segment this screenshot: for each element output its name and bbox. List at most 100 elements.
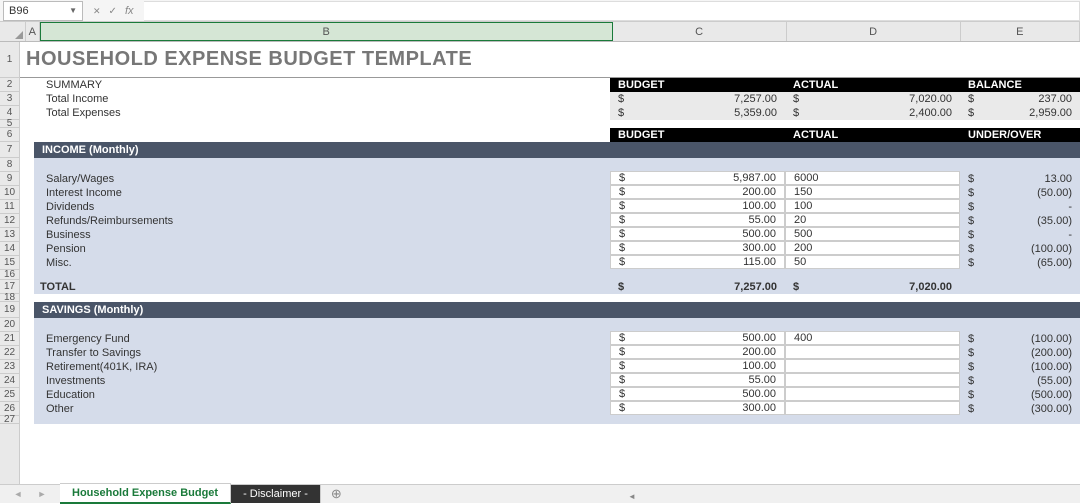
cell-value[interactable]: (50.00) [1037,187,1080,199]
summary-header-row: SUMMARY BUDGET ACTUAL BALANCE [20,78,1080,92]
row-header[interactable]: 13 [0,228,19,242]
cancel-icon[interactable] [93,5,101,17]
row-header[interactable]: 5 [0,120,19,128]
confirm-icon[interactable] [109,5,117,17]
cell-value[interactable]: 50 [786,256,806,268]
cell-value[interactable]: 7,257.00 [734,93,785,105]
chevron-last-icon[interactable]: ► [38,489,47,499]
cell-value[interactable]: 150 [786,186,812,198]
cell-value[interactable]: 200 [786,242,812,254]
data-row: Emergency Fund$500.00400$(100.00) [20,332,1080,346]
cell-value[interactable]: 5,359.00 [734,107,785,119]
row-header[interactable]: 10 [0,186,19,200]
row-header[interactable]: 12 [0,214,19,228]
cell-value[interactable]: (35.00) [1037,215,1080,227]
cell-value[interactable]: 100.00 [742,200,784,212]
col-header-e[interactable]: E [961,22,1080,41]
cell-value[interactable]: - [1068,201,1080,213]
cell-value[interactable]: 55.00 [748,374,784,386]
row-header[interactable]: 20 [0,318,19,332]
cell-value[interactable]: 55.00 [748,214,784,226]
row-header[interactable]: 16 [0,270,19,280]
row-header[interactable]: 15 [0,256,19,270]
cell-value[interactable]: 500.00 [742,388,784,400]
add-sheet-button[interactable]: ⊕ [321,486,352,502]
row-header[interactable]: 21 [0,332,19,346]
row-header[interactable]: 24 [0,374,19,388]
cell-value[interactable]: (300.00) [1031,403,1080,415]
formula-input[interactable] [144,1,1080,21]
row-header[interactable]: 6 [0,128,19,142]
cell-value[interactable]: (500.00) [1031,389,1080,401]
income-header-row: INCOME (Monthly) [20,142,1080,158]
chevron-first-icon[interactable]: ◄ [14,489,23,499]
cell-value[interactable]: 200.00 [742,346,784,358]
cell-value[interactable]: (100.00) [1031,361,1080,373]
row-header[interactable]: 8 [0,158,19,172]
row-header[interactable]: 22 [0,346,19,360]
row-header[interactable]: 19 [0,302,19,318]
summary-row-label: Total Income [34,92,610,106]
col-header-b[interactable]: B [40,22,613,41]
row-header[interactable]: 2 [0,78,19,92]
row-header[interactable]: 3 [0,92,19,106]
cell-value[interactable]: 500.00 [742,332,784,344]
cell-value[interactable]: 300.00 [742,402,784,414]
cell-value[interactable]: 100 [786,200,812,212]
section-header: SAVINGS (Monthly) [34,302,1080,318]
cell-value[interactable]: 400 [786,332,812,344]
grid[interactable]: HOUSEHOLD EXPENSE BUDGET TEMPLATE SUMMAR… [20,42,1080,484]
cell-value[interactable]: 300.00 [742,242,784,254]
row-header[interactable]: 23 [0,360,19,374]
row-header[interactable]: 11 [0,200,19,214]
col-header-c[interactable]: C [613,22,787,41]
cell-value[interactable]: 237.00 [1038,93,1080,105]
formula-bar: B96 ▼ fx [0,0,1080,22]
cell-value[interactable]: 13.00 [1044,173,1080,185]
row-header[interactable]: 14 [0,242,19,256]
title-row: HOUSEHOLD EXPENSE BUDGET TEMPLATE [20,42,1080,78]
cell-value[interactable]: 6000 [786,172,818,184]
row-header[interactable]: 1 [0,42,19,78]
header-budget: BUDGET [610,128,785,142]
row-label: Dividends [34,200,610,214]
tab-household-budget[interactable]: Household Expense Budget [60,483,231,504]
row-label: Education [34,388,610,402]
cell-value: 7,257.00 [734,281,785,293]
select-all-corner[interactable] [0,22,26,41]
cell-value[interactable]: 2,959.00 [1029,107,1080,119]
cell-value[interactable]: - [1068,229,1080,241]
cell-value[interactable]: (55.00) [1037,375,1080,387]
dropdown-icon[interactable]: ▼ [69,6,77,15]
name-box[interactable]: B96 ▼ [3,1,83,21]
tab-nav[interactable]: ◄ ► [0,489,60,499]
fx-icon[interactable]: fx [125,5,134,17]
row-header[interactable]: 7 [0,142,19,158]
cell-value[interactable]: 5,987.00 [733,172,784,184]
cell-value[interactable]: 7,020.00 [909,93,960,105]
cell-value[interactable]: (65.00) [1037,257,1080,269]
cell-value[interactable]: 100.00 [742,360,784,372]
row-header[interactable]: 9 [0,172,19,186]
cell-value[interactable]: (200.00) [1031,347,1080,359]
data-row: Refunds/Reimbursements$55.0020$(35.00) [20,214,1080,228]
data-row: Investments$55.00$(55.00) [20,374,1080,388]
scroll-marker-icon[interactable]: ◄ [628,492,636,501]
cell-value[interactable]: 500.00 [742,228,784,240]
row-header[interactable]: 27 [0,416,19,424]
col-header-d[interactable]: D [787,22,961,41]
row-header[interactable]: 25 [0,388,19,402]
tab-disclaimer[interactable]: - Disclaimer - [231,484,321,503]
data-row: Education$500.00$(500.00) [20,388,1080,402]
cell-value[interactable]: (100.00) [1031,333,1080,345]
cell-value[interactable]: 500 [786,228,812,240]
header-actual: ACTUAL [785,128,960,142]
cell-value[interactable]: 200.00 [742,186,784,198]
cell-value[interactable]: 115.00 [743,256,784,268]
col-header-a[interactable]: A [26,22,40,41]
data-row: Pension$300.00200$(100.00) [20,242,1080,256]
row-header[interactable]: 18 [0,294,19,302]
cell-value[interactable]: (100.00) [1031,243,1080,255]
cell-value[interactable]: 20 [786,214,806,226]
cell-value[interactable]: 2,400.00 [909,107,960,119]
